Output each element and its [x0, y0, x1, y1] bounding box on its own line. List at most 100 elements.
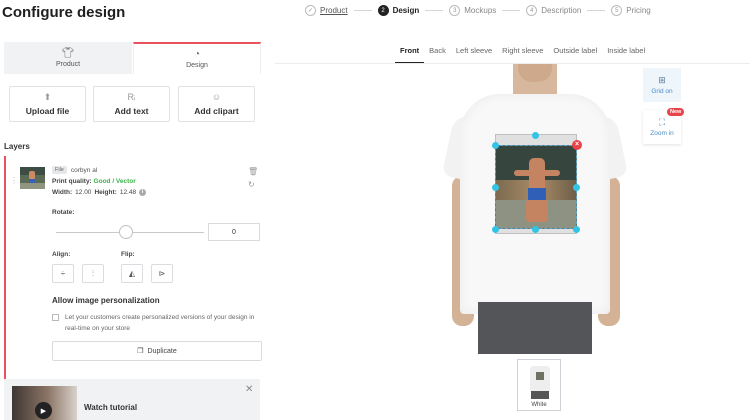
button-label: Add clipart — [194, 105, 239, 116]
view-tabs: Front Back Left sleeve Right sleeve Outs… — [395, 46, 650, 64]
resize-handle[interactable] — [492, 184, 499, 191]
flip-horizontal-button[interactable]: ⊳ — [151, 264, 173, 283]
align-label: Align: — [52, 251, 71, 258]
step-description: 4 Description — [526, 5, 581, 16]
resize-handle[interactable] — [573, 226, 580, 233]
tab-back[interactable]: Back — [424, 46, 451, 64]
layer-thumbnail — [20, 167, 45, 189]
step-number: 5 — [611, 5, 623, 16]
add-text-button[interactable]: Rᵢ Add text — [93, 86, 170, 122]
grid-toggle-button[interactable]: ⊞ Grid on — [643, 68, 681, 102]
step-number: 2 — [377, 5, 389, 16]
trash-icon[interactable]: 🗑︎ — [248, 167, 258, 176]
flip-vertical-icon: ◭ — [128, 269, 136, 278]
flip-label: Flip: — [121, 251, 135, 258]
step-divider — [353, 10, 372, 11]
step-label: Pricing — [626, 6, 651, 15]
zoom-icon: ⛶ — [658, 116, 666, 127]
rotate-label: Rotate: — [52, 209, 75, 216]
align-vertical-icon: ÷ — [60, 269, 66, 278]
tutorial-label[interactable]: Watch tutorial — [84, 403, 137, 412]
upload-icon: ⬆ — [43, 91, 52, 102]
palette-icon: ◔ — [193, 48, 201, 60]
rotate-slider-thumb[interactable] — [119, 225, 133, 239]
tab-label: Product — [55, 60, 81, 68]
step-number: 3 — [449, 5, 461, 16]
step-label: Description — [541, 6, 582, 15]
tshirt-icon: 👕︎ — [61, 47, 75, 59]
tool-label: Grid on — [651, 87, 673, 95]
width-label: Width: — [52, 189, 73, 196]
rotate-handle[interactable] — [532, 132, 539, 139]
tab-inside-label[interactable]: Inside label — [602, 46, 650, 64]
resize-handle[interactable] — [492, 226, 499, 233]
mockup-color-thumbnail[interactable]: White — [517, 359, 561, 411]
delete-layer-icon[interactable]: × — [572, 140, 582, 150]
rotate-input[interactable]: 0 — [208, 223, 260, 241]
tab-outside-label[interactable]: Outside label — [548, 46, 602, 64]
button-label: Add text — [114, 105, 149, 116]
tool-label: Zoom in — [650, 129, 674, 137]
personalization-description: Let your customers create personalized v… — [65, 314, 255, 332]
tab-label: Design — [186, 61, 208, 69]
duplicate-button[interactable]: ❐ Duplicate — [52, 341, 262, 361]
step-label: Mockups — [464, 6, 497, 15]
layers-heading: Layers — [4, 142, 30, 151]
step-label: Design — [392, 6, 420, 15]
add-clipart-button[interactable]: ☺ Add clipart — [178, 86, 255, 122]
flip-vertical-button[interactable]: ◭ — [121, 264, 143, 283]
design-panel: 👕︎ Product ◔ Design ⬆ Upload file Rᵢ Add… — [0, 42, 262, 420]
step-design: 2 Design — [377, 5, 420, 16]
layer-name: corbyn al — [70, 166, 98, 174]
personalization-checkbox[interactable] — [52, 314, 59, 321]
tutorial-card[interactable]: ▶ Watch tutorial ✕ — [4, 379, 260, 420]
step-pricing: 5 Pricing — [611, 5, 651, 16]
step-divider — [587, 10, 606, 11]
print-quality: Print quality: Good / Vector — [52, 178, 136, 185]
step-label[interactable]: Product — [320, 6, 348, 15]
height-value: 12.48 — [119, 189, 137, 196]
button-label: Upload file — [25, 105, 70, 116]
smiley-icon: ☺ — [211, 91, 222, 102]
page-title: Configure design — [2, 4, 126, 21]
copy-icon: ❐ — [137, 348, 144, 355]
design-image[interactable] — [495, 145, 577, 229]
play-icon[interactable]: ▶ — [35, 402, 52, 419]
upload-file-button[interactable]: ⬆ Upload file — [9, 86, 86, 122]
step-product[interactable]: ✓ Product — [305, 5, 348, 16]
print-quality-value: Good / Vector — [93, 178, 136, 185]
new-badge: New — [667, 108, 685, 116]
print-quality-label: Print quality: — [52, 178, 92, 185]
tab-left-sleeve[interactable]: Left sleeve — [451, 46, 497, 64]
layer-item[interactable]: ⋮ File corbyn al Print quality: Good / V… — [4, 156, 262, 408]
width-value: 12.00 — [75, 189, 92, 196]
info-icon[interactable]: i — [139, 189, 147, 196]
resize-handle[interactable] — [492, 142, 499, 149]
drag-handle-icon[interactable]: ⋮ — [10, 176, 18, 185]
tab-front[interactable]: Front — [395, 46, 425, 64]
tab-product[interactable]: 👕︎ Product — [4, 42, 132, 74]
tab-design[interactable]: ◔ Design — [133, 42, 261, 74]
close-icon[interactable]: ✕ — [245, 384, 253, 395]
tutorial-thumbnail[interactable]: ▶ — [12, 386, 77, 420]
step-divider — [502, 10, 521, 11]
step-divider — [425, 10, 444, 11]
align-horizontal-center-button[interactable]: ⫶ — [82, 264, 104, 283]
personalization-title: Allow image personalization — [52, 296, 160, 305]
progress-steps: ✓ Product 2 Design 3 Mockups 4 Descripti… — [305, 5, 651, 16]
tab-right-sleeve[interactable]: Right sleeve — [497, 46, 548, 64]
header: Configure design ✓ Product 2 Design 3 Mo… — [0, 0, 750, 26]
layer-file-row: File corbyn al — [52, 166, 97, 174]
resize-handle[interactable] — [532, 226, 539, 233]
resize-handle[interactable] — [573, 184, 580, 191]
step-mockups: 3 Mockups — [449, 5, 496, 16]
flip-horizontal-icon: ⊳ — [158, 269, 166, 278]
file-badge: File — [52, 166, 67, 174]
reset-icon[interactable]: ↻ — [248, 180, 255, 189]
align-vertical-center-button[interactable]: ÷ — [52, 264, 74, 283]
align-horizontal-icon: ⫶ — [92, 268, 94, 278]
dimensions: Width: 12.00 Height: 12.48 i — [52, 189, 147, 196]
text-icon: Rᵢ — [127, 91, 136, 102]
step-number: 4 — [526, 5, 538, 16]
button-label: Duplicate — [147, 347, 177, 355]
